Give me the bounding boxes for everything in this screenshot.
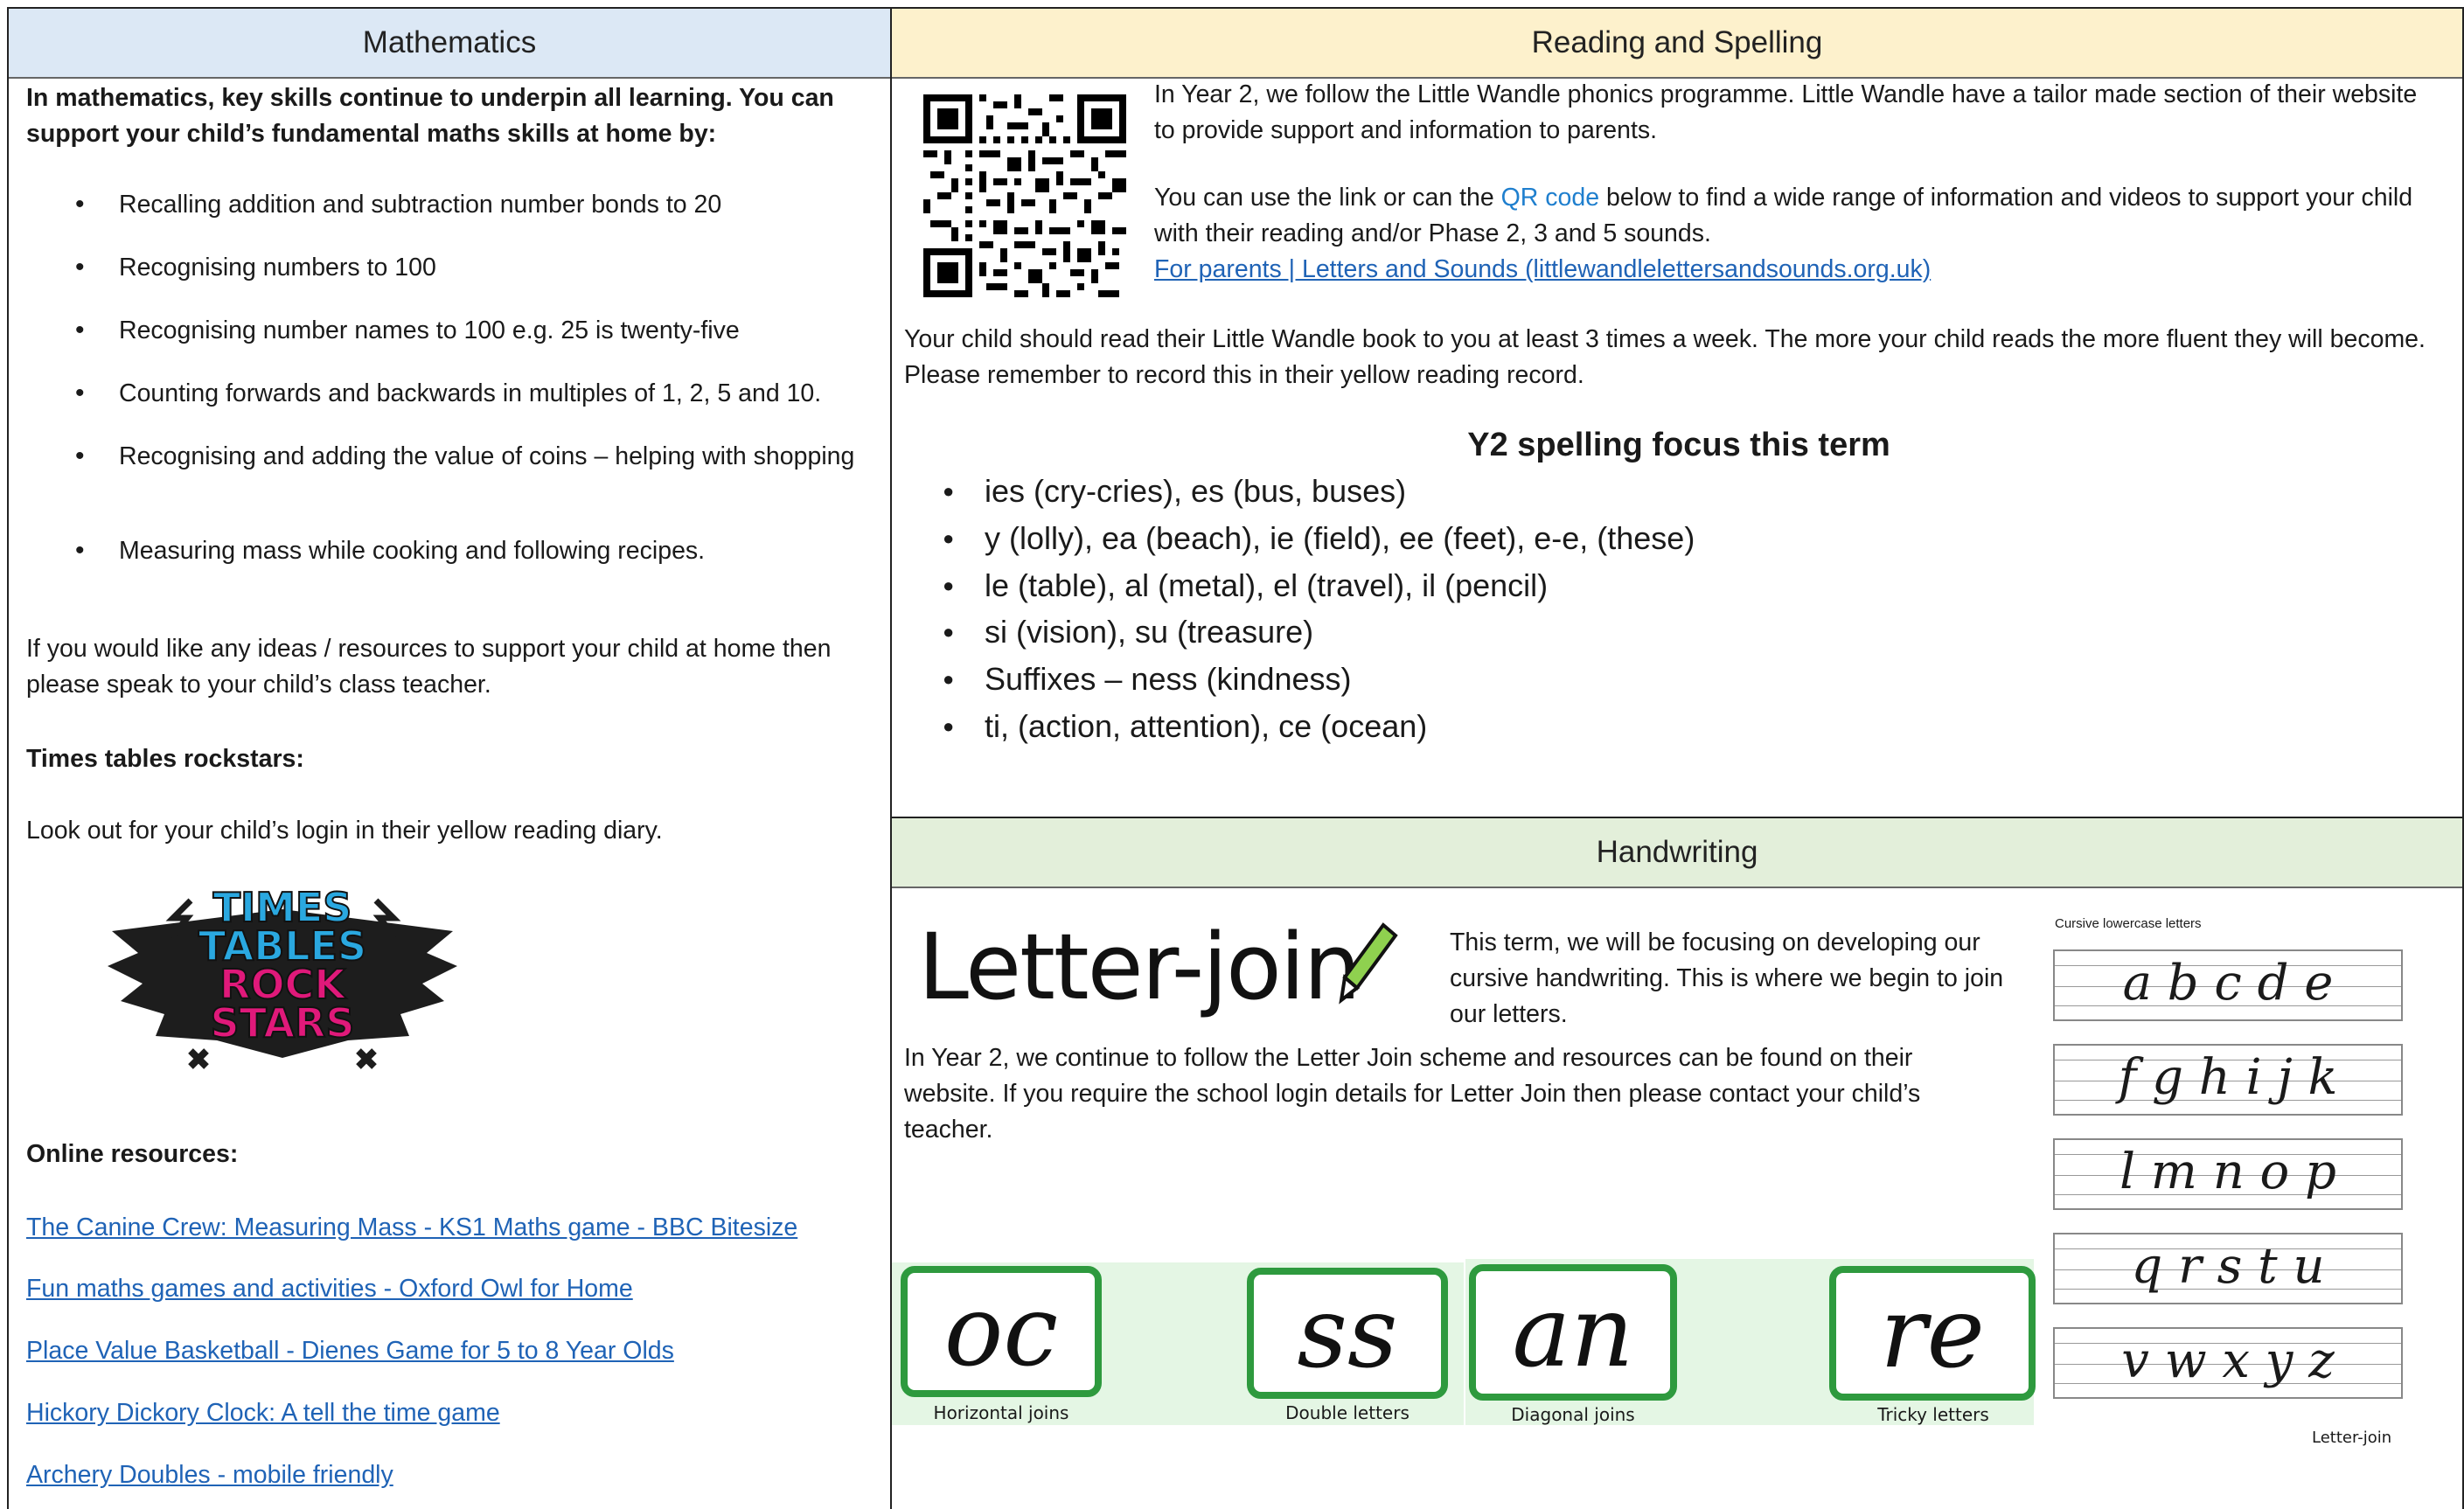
ttrs-logo-stars: STARS <box>209 999 355 1047</box>
list-item: y (lolly), ea (beach), ie (field), ee (f… <box>939 519 1695 558</box>
join-caption: Diagonal joins <box>1511 1404 1635 1425</box>
parents-link[interactable]: For parents | Letters and Sounds (little… <box>1154 252 1931 288</box>
qr-code-graphic <box>923 94 1126 297</box>
ttrs-logo: TIMES TABLES ROCK STARS <box>103 883 462 1084</box>
mathematics-header: Mathematics <box>9 9 890 79</box>
cursive-row-letters: f g h i j k <box>2118 1049 2338 1106</box>
list-item: Counting forwards and backwards in multi… <box>65 378 888 409</box>
list-item: Recognising numbers to 100 <box>65 252 888 283</box>
cursive-row: f g h i j k <box>2053 1044 2403 1116</box>
ttrs-logo-times: TIMES <box>212 884 353 931</box>
letter-join-logo: Letter-join <box>918 914 1399 1019</box>
list-item: Measuring mass while cooking and followi… <box>65 535 888 567</box>
spelling-title: Y2 spelling focus this term <box>1467 427 1890 463</box>
link-oxford-owl[interactable]: Fun maths games and activities - Oxford … <box>26 1271 633 1307</box>
reading-para2: You can use the link or can the QR code … <box>1154 180 2440 252</box>
handwriting-intro: This term, we will be focusing on develo… <box>1450 928 2004 1028</box>
cursive-row-letters: q r s t u <box>2131 1238 2325 1295</box>
letter-join-logo-text: Letter-join <box>918 914 1361 1020</box>
online-resources-heading: Online resources: <box>26 1140 239 1168</box>
mathematics-panel: Mathematics In mathematics, key skills c… <box>7 7 892 1509</box>
handwriting-header: Handwriting <box>892 818 2462 888</box>
join-example-tricky: re <box>1829 1266 2036 1401</box>
cursive-row: a b c d e <box>2053 949 2403 1021</box>
join-example-diagonal: an <box>1469 1264 1677 1401</box>
ttrs-text: Look out for your child’s login in their… <box>26 817 663 845</box>
ttrs-logo-tables: TABLES <box>198 922 367 970</box>
link-place-value-basketball[interactable]: Place Value Basketball - Dienes Game for… <box>26 1333 674 1369</box>
link-canine-crew[interactable]: The Canine Crew: Measuring Mass - KS1 Ma… <box>26 1210 797 1246</box>
cursive-row-letters: v w x y z <box>2121 1332 2335 1389</box>
pencil-icon <box>1339 922 1398 1005</box>
maths-intro: In mathematics, key skills continue to u… <box>26 84 834 148</box>
list-item: Recalling addition and subtraction numbe… <box>65 189 888 220</box>
list-item: ies (cry-cries), es (bus, buses) <box>939 472 1406 511</box>
reading-spelling-panel: Reading and Spelling In Year 2, we follo… <box>890 7 2464 818</box>
list-item: si (vision), su (treasure) <box>939 613 1313 651</box>
qr-code-icon[interactable] <box>923 94 1126 297</box>
handwriting-panel: Handwriting Letter-join This term, we wi… <box>890 817 2464 1509</box>
cursive-row-letters: l m n o p <box>2119 1144 2336 1200</box>
join-caption: Tricky letters <box>1877 1404 1989 1425</box>
list-item: Recognising number names to 100 e.g. 25 … <box>65 315 888 346</box>
list-item: Recognising and adding the value of coin… <box>65 441 888 472</box>
list-item: ti, (action, attention), ce (ocean) <box>939 707 1427 746</box>
cursive-row: l m n o p <box>2053 1138 2403 1210</box>
ttrs-heading: Times tables rockstars: <box>26 745 304 773</box>
reading-para3: Your child should read their Little Wand… <box>904 325 2426 389</box>
reading-para2-pre: You can use the link or can the <box>1154 184 1501 212</box>
handwriting-scheme: In Year 2, we continue to follow the Let… <box>904 1044 1921 1144</box>
join-example-double: ss <box>1247 1268 1448 1399</box>
cursive-card-title: Cursive lowercase letters <box>2055 916 2202 931</box>
newsletter-page: Mathematics In mathematics, key skills c… <box>0 0 2464 1509</box>
maths-ideas-text: If you would like any ideas / resources … <box>26 635 832 699</box>
link-hickory-dickory-clock[interactable]: Hickory Dickory Clock: A tell the time g… <box>26 1395 500 1431</box>
link-archery-doubles[interactable]: Archery Doubles - mobile friendly <box>26 1457 393 1493</box>
join-caption: Horizontal joins <box>933 1402 1069 1423</box>
letter-join-small-logo: Letter-join <box>2312 1429 2392 1447</box>
cursive-row-letters: a b c d e <box>2122 955 2334 1012</box>
ttrs-logo-rock: ROCK <box>219 961 346 1008</box>
join-caption: Double letters <box>1285 1402 1409 1423</box>
reading-para1: In Year 2, we follow the Little Wandle p… <box>1154 80 2418 144</box>
qr-code-link[interactable]: QR code <box>1501 184 1599 212</box>
cursive-row: q r s t u <box>2053 1233 2403 1304</box>
cursive-row: v w x y z <box>2053 1327 2403 1399</box>
reading-header: Reading and Spelling <box>892 9 2462 79</box>
list-item: le (table), al (metal), el (travel), il … <box>939 567 1548 605</box>
cursive-letters-card: a b c d e f g h i j k l m n o p q r s t … <box>2053 949 2403 1422</box>
join-example-horizontal: oc <box>901 1266 1102 1397</box>
list-item: Suffixes – ness (kindness) <box>939 660 1352 699</box>
